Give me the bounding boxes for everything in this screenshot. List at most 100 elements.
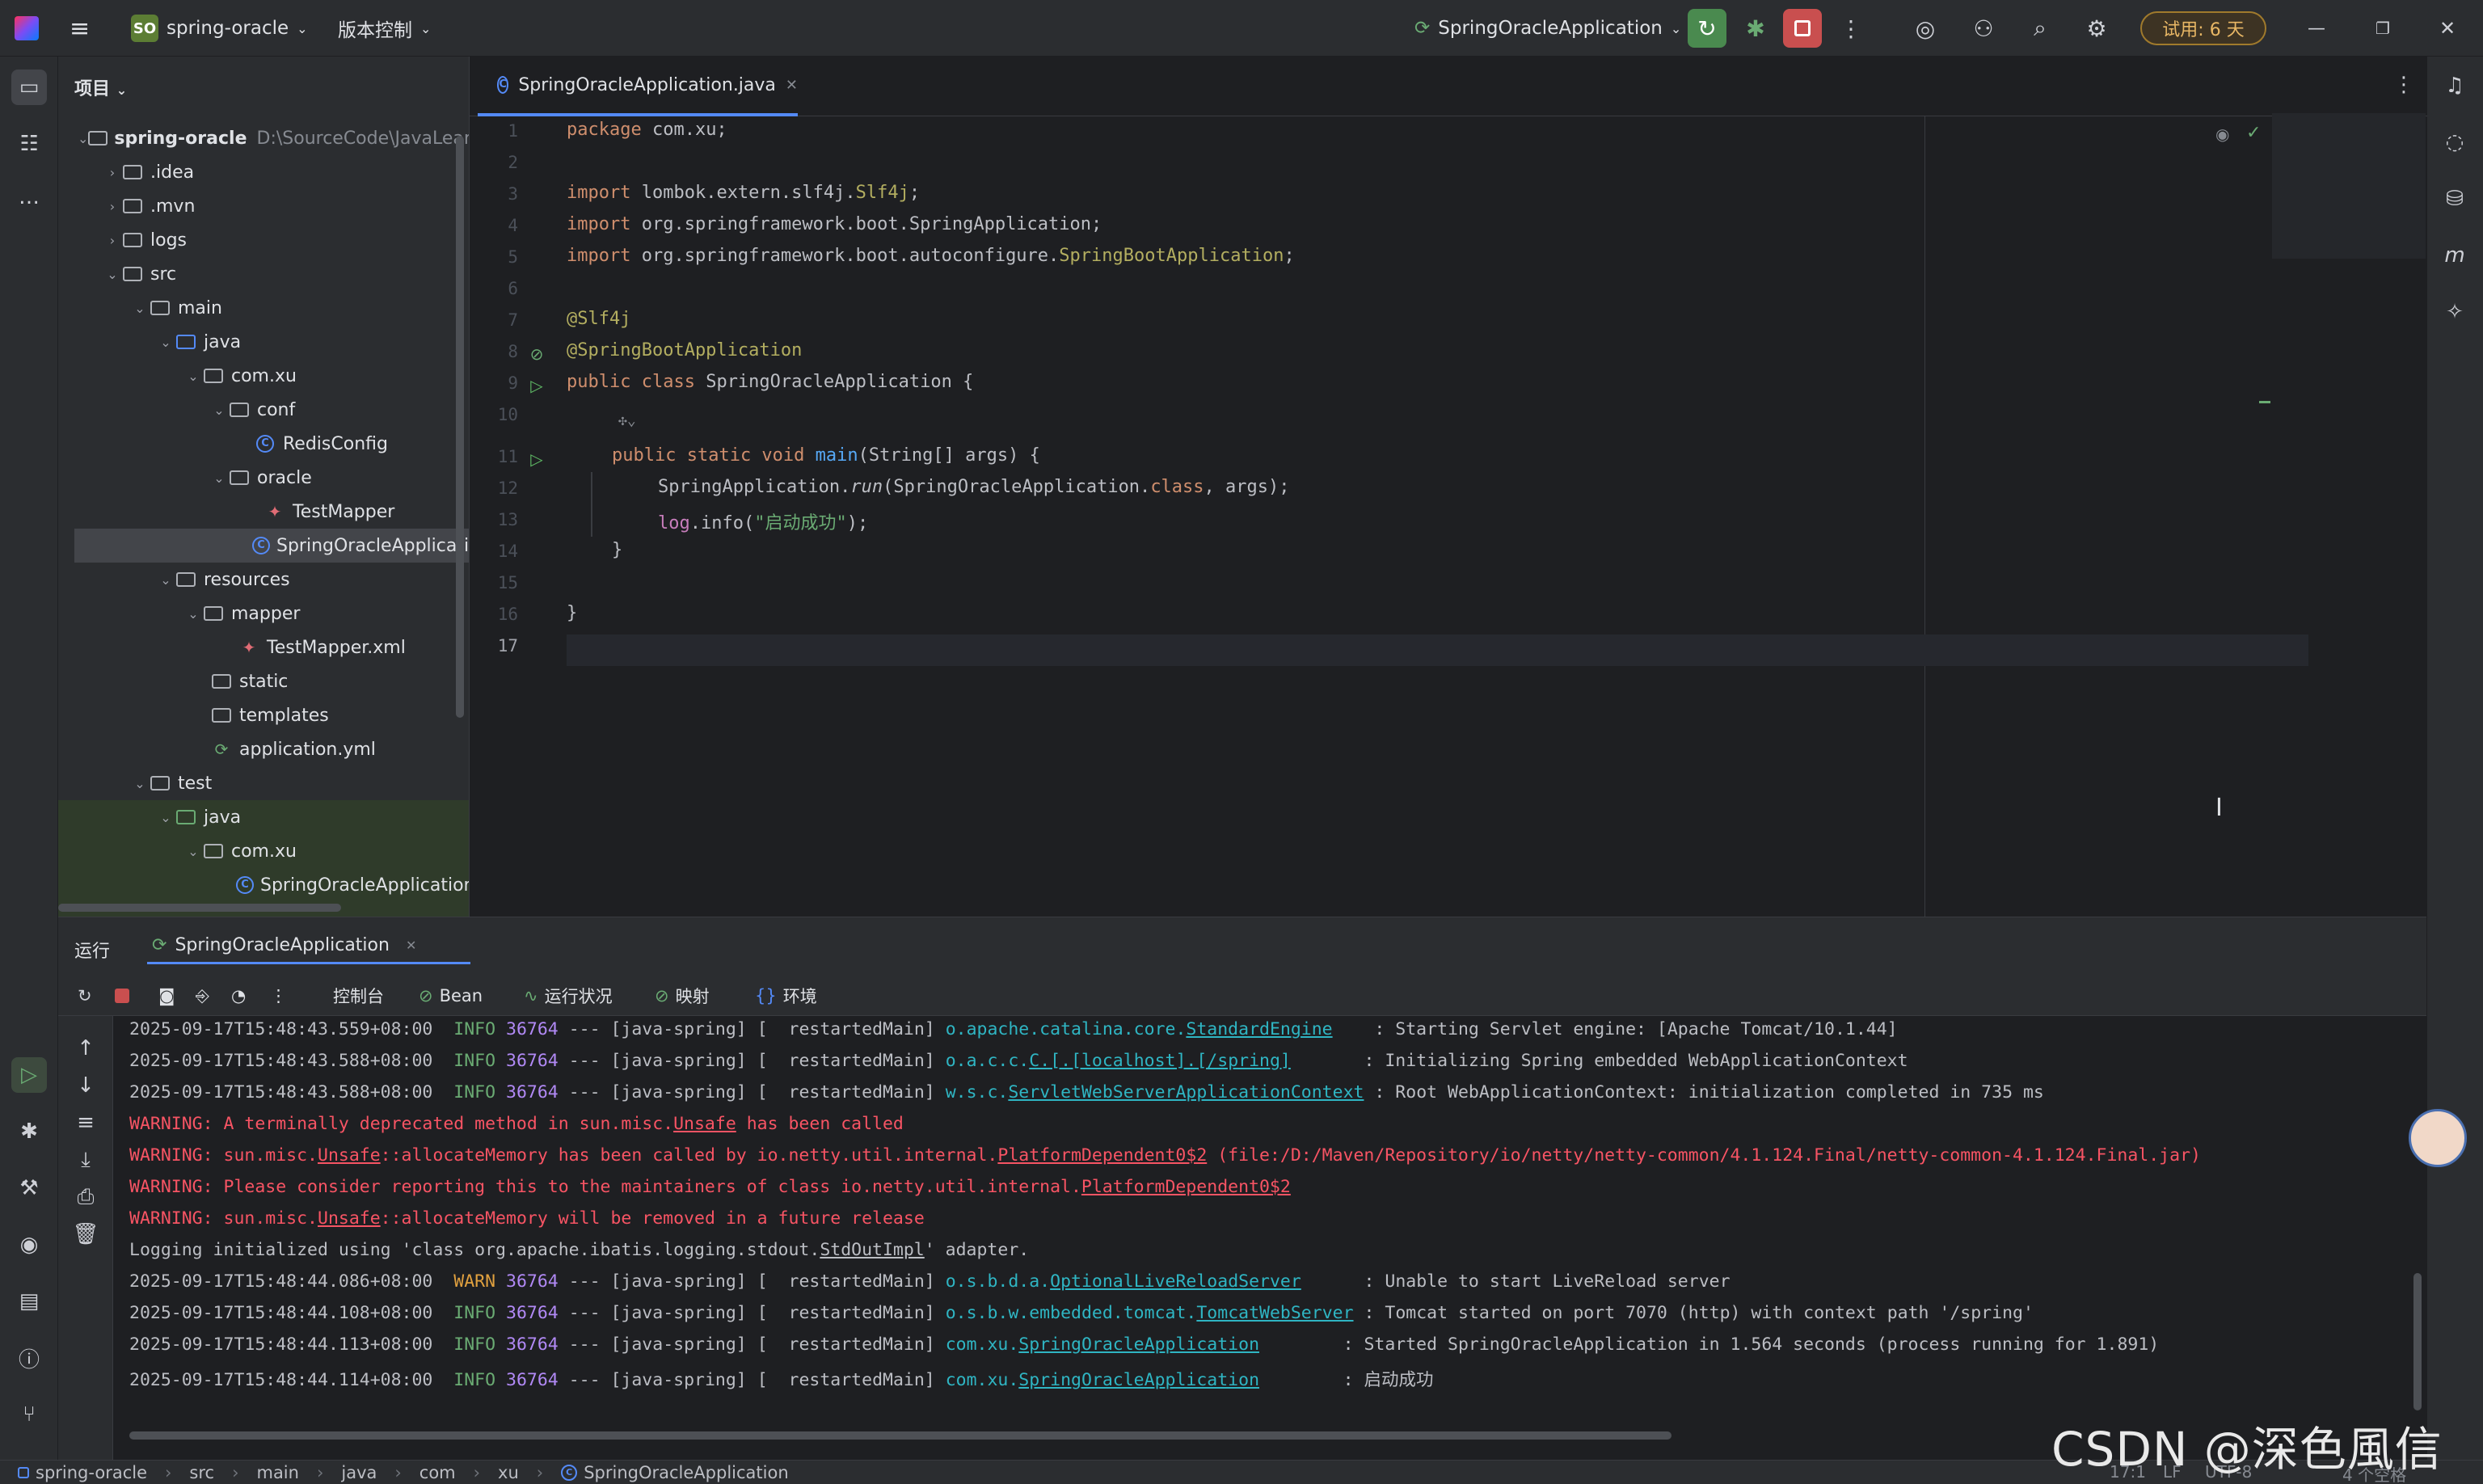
run-gutter-icon[interactable]: ▷ <box>526 375 547 396</box>
tree-item-logs[interactable]: › logs <box>58 223 469 257</box>
arrow-up-icon[interactable]: ↑ <box>68 1031 103 1066</box>
tree-item-application-yml[interactable]: ⟳ application.yml <box>58 732 469 766</box>
breadcrumb-item[interactable]: spring-oracle <box>36 1463 147 1482</box>
tree-item-java[interactable]: ⌄ java <box>58 325 469 359</box>
camera-icon[interactable]: ◙ <box>158 976 175 1016</box>
tab-environment[interactable]: {} 环境 <box>755 976 817 1016</box>
tree-item-testmapper-xml[interactable]: ✦ TestMapper.xml <box>58 630 469 664</box>
search-icon[interactable]: ⌕ <box>2021 9 2059 48</box>
plugin-icon[interactable]: ✧ <box>2437 294 2472 330</box>
close-icon[interactable]: ✕ <box>406 938 416 953</box>
code-area[interactable]: package com.xu; import lombok.extern.slf… <box>567 116 2385 917</box>
stats-icon[interactable]: ◔ <box>231 976 246 1016</box>
arrow-down-icon[interactable]: ↓ <box>68 1068 103 1103</box>
run-tab[interactable]: 运行 <box>74 937 110 963</box>
run-tool-icon[interactable]: ▷ <box>11 1057 47 1093</box>
vertical-scrollbar[interactable] <box>456 136 464 718</box>
breadcrumb-item[interactable]: xu <box>498 1463 519 1482</box>
spring-bean-icon[interactable]: ⊘ <box>526 344 547 365</box>
rerun-icon[interactable]: ↻ <box>78 976 92 1016</box>
console-horizontal-scrollbar[interactable] <box>129 1431 1671 1440</box>
terminal-icon[interactable]: ▤ <box>11 1284 47 1319</box>
build-hammer-icon[interactable]: ⚒ <box>11 1170 47 1206</box>
notifications-bell-icon[interactable]: ♫ <box>2437 68 2472 103</box>
restore-layout-icon[interactable]: ⎆ <box>196 976 209 1016</box>
tab-console[interactable]: 控制台 <box>333 976 384 1016</box>
ai-inlay-icon[interactable]: ✣⌄ <box>618 412 636 444</box>
tree-item-testmapper[interactable]: ✦ TestMapper <box>58 495 469 529</box>
tree-item-springoracleapplication[interactable]: C SpringOracleApplication <box>74 529 469 563</box>
breadcrumb-item[interactable]: com <box>419 1463 456 1482</box>
scroll-to-end-icon[interactable]: ⤓ <box>68 1142 103 1178</box>
breadcrumb-item[interactable]: SpringOracleApplication <box>584 1463 788 1482</box>
more-horizontal-icon[interactable]: … <box>11 179 47 215</box>
intellij-logo-icon[interactable] <box>15 0 39 57</box>
debug-icon[interactable]: ✱ <box>1736 9 1775 48</box>
tree-item-test[interactable]: ⌄ test <box>58 766 469 800</box>
stop-icon[interactable] <box>115 976 129 1016</box>
print-icon[interactable]: ⎙ <box>68 1179 103 1215</box>
more-vertical-icon[interactable]: ⋮ <box>2393 73 2414 97</box>
minimize-icon[interactable]: — <box>2297 9 2336 48</box>
tree-item-oracle[interactable]: ⌄ oracle <box>58 461 469 495</box>
reader-mode-icon[interactable]: ◉ <box>2215 124 2229 144</box>
breadcrumb-item[interactable]: main <box>256 1463 298 1482</box>
console-output[interactable]: 2025-09-17T15:48:43.559+08:00 INFO 36764… <box>115 1016 2426 1461</box>
tree-root[interactable]: ⌄ spring-oracle D:\SourceCode\JavaLearn\ <box>58 121 469 155</box>
tree-item-templates[interactable]: templates <box>58 698 469 732</box>
tree-item-mapper[interactable]: ⌄ mapper <box>58 597 469 630</box>
problems-icon[interactable]: ⓘ <box>11 1340 47 1376</box>
minimap[interactable] <box>2272 113 2426 259</box>
tree-item-redisconfig[interactable]: C RedisConfig <box>58 427 469 461</box>
services-icon[interactable]: ◉ <box>11 1227 47 1263</box>
vcs-menu[interactable]: 版本控制 ⌄ <box>338 0 431 57</box>
close-icon[interactable]: ✕ <box>786 77 798 94</box>
project-folder-icon[interactable]: ▭ <box>11 70 47 105</box>
run-config-selector[interactable]: ⟳ SpringOracleApplication ⌄ <box>1414 0 1681 57</box>
database-icon[interactable]: ⛁ <box>2437 181 2472 217</box>
breadcrumb-item[interactable]: src <box>189 1463 214 1482</box>
breadcrumb-item[interactable]: java <box>341 1463 377 1482</box>
tree-item-main[interactable]: ⌄ main <box>58 291 469 325</box>
project-panel-title[interactable]: 项目 ⌄ <box>74 74 127 100</box>
tree-item-mvn[interactable]: › .mvn <box>58 189 469 223</box>
structure-icon[interactable]: ☷ <box>11 126 47 162</box>
run-app-tab[interactable]: ⟳ SpringOracleApplication ✕ <box>147 929 470 964</box>
editor-tab[interactable]: C SpringOracleApplication.java ✕ <box>478 57 798 116</box>
ai-assistant-icon[interactable]: ◎ <box>1906 9 1945 48</box>
trash-icon[interactable]: 🗑 <box>68 1216 103 1252</box>
more-vertical-icon[interactable]: ⋮ <box>1832 9 1870 48</box>
tree-item-src[interactable]: ⌄ src <box>58 257 469 291</box>
tree-item-static[interactable]: static <box>58 664 469 698</box>
tree-item-resources[interactable]: ⌄ resources <box>58 563 469 597</box>
tree-item-test-java[interactable]: ⌄ java <box>58 800 469 834</box>
rerun-icon[interactable]: ↻ <box>1688 9 1726 48</box>
stop-icon[interactable] <box>1783 9 1822 48</box>
trial-badge[interactable]: 试用: 6 天 <box>2140 11 2266 45</box>
tree-item-test-package[interactable]: ⌄ com.xu <box>58 834 469 868</box>
debug-tool-icon[interactable]: ✱ <box>11 1114 47 1149</box>
add-user-icon[interactable]: ⚇ <box>1964 9 2003 48</box>
tab-health[interactable]: ∿ 运行状况 <box>524 976 613 1016</box>
tree-item-package[interactable]: ⌄ com.xu <box>58 359 469 393</box>
tab-mappings[interactable]: ⊘ 映射 <box>655 976 710 1016</box>
tree-item-test-class[interactable]: C SpringOracleApplicationT <box>58 868 469 902</box>
project-selector[interactable]: SO spring-oracle ⌄ <box>131 0 308 57</box>
avatar[interactable] <box>2409 1109 2467 1167</box>
tree-item-conf[interactable]: ⌄ conf <box>58 393 469 427</box>
close-icon[interactable]: ✕ <box>2428 9 2467 48</box>
main-menu-icon[interactable]: ≡ <box>70 0 90 57</box>
no-problems-check-icon[interactable]: ✓ <box>2246 123 2261 143</box>
maven-icon[interactable]: m <box>2437 238 2472 273</box>
soft-wrap-icon[interactable]: ≡ <box>68 1105 103 1140</box>
restore-icon[interactable]: ❐ <box>2363 9 2402 48</box>
gear-icon[interactable]: ⚙ <box>2077 9 2116 48</box>
run-gutter-icon[interactable]: ▷ <box>526 449 547 470</box>
more-vertical-icon[interactable]: ⋮ <box>270 976 287 1016</box>
horizontal-scrollbar[interactable] <box>58 904 341 912</box>
tab-bean[interactable]: ⊘ Bean <box>419 976 483 1016</box>
console-vertical-scrollbar[interactable] <box>2413 1273 2422 1410</box>
ai-chat-icon[interactable]: ◌ <box>2437 124 2472 160</box>
tree-item-idea[interactable]: › .idea <box>58 155 469 189</box>
git-branch-icon[interactable]: ⑂ <box>11 1397 47 1432</box>
